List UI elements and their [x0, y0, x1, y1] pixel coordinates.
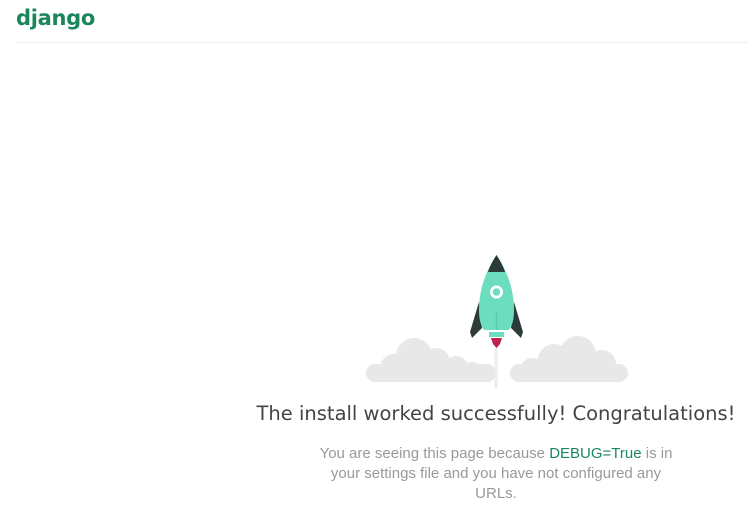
description-before-text: You are seeing this page because — [319, 445, 550, 462]
rocket-stripe — [495, 312, 498, 330]
rocket-trail — [494, 348, 498, 388]
rocket-flame-icon — [491, 338, 502, 348]
rocket-nozzle — [489, 332, 504, 337]
rocket-window-inner — [492, 288, 501, 296]
success-headline: The install worked successfully! Congrat… — [256, 402, 736, 425]
rocket-nose — [488, 255, 505, 272]
cloud-right — [510, 336, 628, 382]
cloud-left — [366, 338, 496, 382]
install-description: You are seeing this page because DEBUG=T… — [312, 444, 680, 504]
django-logo-link[interactable]: django — [16, 6, 95, 30]
page-header: django — [16, 0, 748, 43]
rocket-launch-illustration — [366, 255, 628, 388]
debug-setting-link[interactable]: DEBUG=True — [549, 445, 641, 462]
